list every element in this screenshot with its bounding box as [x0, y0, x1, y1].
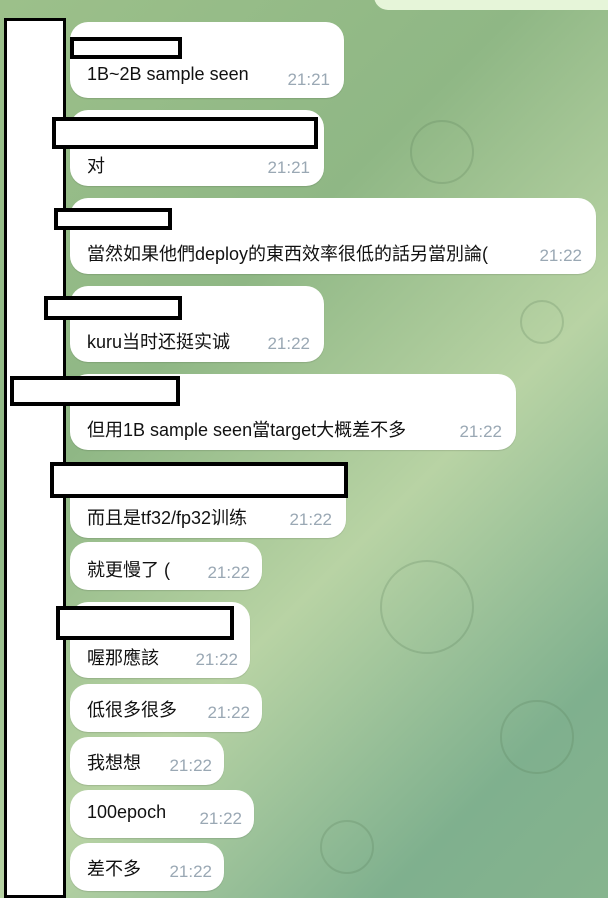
message-time: 21:22	[195, 650, 238, 669]
message-text: 而且是tf32/fp32训练	[87, 508, 248, 528]
message-text: kuru当时还挺实诚	[87, 332, 231, 352]
message-bubble[interactable]: 差不多 21:22	[70, 843, 224, 891]
message-bubble[interactable]: 我想想 21:22	[70, 737, 224, 785]
message-text: 當然如果他們deploy的東西效率很低的話另當別論(	[87, 244, 489, 264]
background-doodle	[410, 120, 474, 184]
redacted-sender-name	[54, 208, 172, 230]
message-time: 21:22	[169, 756, 212, 775]
message-text: 但用1B sample seen當target大概差不多	[87, 420, 407, 440]
message-text: 我想想	[87, 753, 141, 773]
message-text: 100epoch	[87, 802, 167, 822]
message-time: 21:22	[207, 703, 250, 722]
redacted-sender-name	[70, 37, 182, 59]
message-time: 21:22	[207, 563, 250, 582]
message-time: 21:21	[287, 70, 330, 89]
message-text: 就更慢了 (	[87, 560, 170, 580]
redacted-sender-name	[44, 296, 182, 320]
redacted-sender-name	[56, 606, 234, 640]
own-message-bubble-partial[interactable]	[374, 0, 608, 10]
message-bubble[interactable]: 100epoch 21:22	[70, 790, 254, 838]
message-text: 低很多很多	[87, 700, 177, 720]
message-time: 21:21	[267, 158, 310, 177]
message-text: 喔那應該	[87, 648, 159, 668]
background-doodle	[520, 300, 564, 344]
message-time: 21:22	[289, 510, 332, 529]
background-doodle	[320, 820, 374, 874]
message-time: 21:22	[169, 862, 212, 881]
background-doodle	[380, 560, 474, 654]
message-text: 对	[87, 156, 105, 176]
redacted-sender-name	[52, 117, 318, 149]
message-time: 21:22	[199, 809, 242, 828]
message-time: 21:22	[459, 422, 502, 441]
background-doodle	[500, 700, 574, 774]
redacted-sender-name	[10, 376, 180, 406]
message-time: 21:22	[539, 246, 582, 265]
message-bubble[interactable]: 低很多很多 21:22	[70, 684, 262, 732]
message-bubble[interactable]: 就更慢了 ( 21:22	[70, 542, 262, 590]
message-time: 21:22	[267, 334, 310, 353]
redacted-avatar-column	[4, 18, 66, 898]
redacted-sender-name	[50, 462, 348, 498]
message-bubble[interactable]: 1B~2B sample seen 21:21	[70, 22, 344, 98]
message-text: 差不多	[87, 859, 141, 879]
message-text: 1B~2B sample seen	[87, 64, 249, 84]
